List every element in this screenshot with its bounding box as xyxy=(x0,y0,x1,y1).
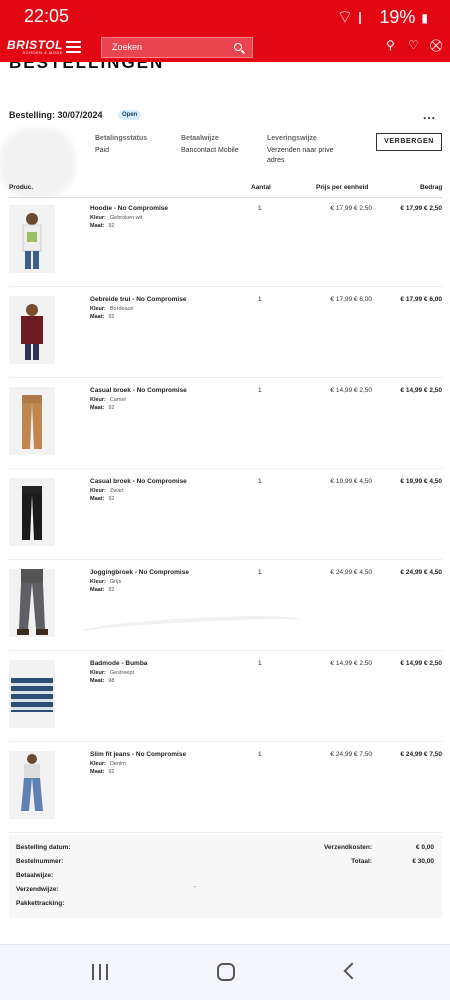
back-icon[interactable] xyxy=(343,962,361,980)
product-name[interactable]: Gebreide trui - No Compromise xyxy=(90,296,186,303)
total-value: € 30,00 xyxy=(412,858,434,865)
product-size: Maat: 92 xyxy=(90,405,115,411)
order-heading: Bestelling: 30/07/2024 xyxy=(9,110,103,120)
order-number-label: Bestelnummer: xyxy=(16,858,64,865)
product-size: Maat: 92 xyxy=(90,496,115,502)
status-time: 22:05 xyxy=(24,6,70,26)
product-amount: € 17,99 € 6,00 xyxy=(400,296,442,303)
table-row[interactable]: Casual broek - No Compromise Kleur: Zwart… xyxy=(9,469,442,560)
cart-icon[interactable]: ⛒ xyxy=(430,39,442,51)
status-icons: ⌔ 19% ▮ xyxy=(336,6,428,29)
product-size: Maat: 92 xyxy=(90,769,115,775)
column-qty: Aantal xyxy=(251,184,271,191)
battery-icon: ▮ xyxy=(421,10,428,25)
product-unit-price: € 14,99 € 2,50 xyxy=(330,660,372,667)
product-color: Kleur: Bordeaux xyxy=(90,306,134,312)
product-qty: 1 xyxy=(258,387,262,394)
column-unit-price: Prijs per eenheid xyxy=(316,184,369,191)
product-unit-price: € 19,99 € 4,50 xyxy=(330,478,372,485)
product-size: Maat: 98 xyxy=(90,678,115,684)
product-qty: 1 xyxy=(258,751,262,758)
table-row[interactable]: Badmode - Bumba Kleur: Gestreept Maat: 98 … xyxy=(9,651,442,742)
product-qty: 1 xyxy=(258,660,262,667)
system-navigation-bar xyxy=(0,944,450,1000)
product-image[interactable] xyxy=(9,387,55,455)
product-name[interactable]: Badmode - Bumba xyxy=(90,660,147,667)
brand-logo[interactable]: BRISTOL SCHOEN & MODE xyxy=(7,38,63,55)
product-image[interactable] xyxy=(9,478,55,546)
product-qty: 1 xyxy=(258,296,262,303)
table-row[interactable]: Casual broek - No Compromise Kleur: Camel… xyxy=(9,378,442,469)
product-qty: 1 xyxy=(258,205,262,212)
product-name[interactable]: Casual broek - No Compromise xyxy=(90,387,187,394)
table-row[interactable]: Gebreide trui - No Compromise Kleur: Bord… xyxy=(9,287,442,378)
product-unit-price: € 24,99 € 7,50 xyxy=(330,751,372,758)
app-header: BRISTOL SCHOEN & MODE Zoeken ⚲ ♡ ⛒ xyxy=(0,34,450,62)
column-amount: Bedrag xyxy=(420,184,443,191)
product-size: Maat: 92 xyxy=(90,314,115,320)
product-image[interactable] xyxy=(9,205,55,273)
product-unit-price: € 17,99 € 2,50 xyxy=(330,205,372,212)
product-qty: 1 xyxy=(258,569,262,576)
product-size: Maat: 92 xyxy=(90,587,115,593)
wifi-icon: ⌔ xyxy=(336,7,354,27)
product-image[interactable] xyxy=(9,569,55,637)
shipping-cost-label: Verzendkosten: xyxy=(323,844,372,851)
shipping-cost-value: € 0,00 xyxy=(415,844,434,851)
home-icon[interactable] xyxy=(217,963,235,981)
payment-method-label: Betaalwijze: xyxy=(16,872,54,879)
product-name[interactable]: Slim fit jeans - No Compromise xyxy=(90,751,186,758)
table-row[interactable]: Hoodie - No Compromise Kleur: Gebroken wi… xyxy=(9,196,442,287)
search-icon[interactable] xyxy=(234,43,242,51)
product-name[interactable]: Hoodie - No Compromise xyxy=(90,205,168,212)
product-color: Kleur: Gebroken wit xyxy=(90,215,143,221)
shipping-method-value: - xyxy=(194,884,197,891)
payment-method: Betaalwijze Bancontact Mobile xyxy=(181,135,239,154)
product-color: Kleur: Camel xyxy=(90,397,126,403)
total-label: Totaal: xyxy=(351,858,372,865)
product-color: Kleur: Denim xyxy=(90,761,126,767)
product-unit-price: € 14,99 € 2,50 xyxy=(330,387,372,394)
shipping-method-label: Verzendwijze: xyxy=(16,886,59,893)
product-color: Kleur: Grijs xyxy=(90,579,122,585)
more-options-button[interactable]: ... xyxy=(423,108,436,122)
recent-apps-icon[interactable] xyxy=(92,964,108,980)
product-amount: € 19,99 € 4,50 xyxy=(400,478,442,485)
battery-level: 19% xyxy=(379,7,416,27)
product-unit-price: € 24,99 € 4,50 xyxy=(330,569,372,576)
status-badge: Open xyxy=(118,110,142,120)
order-summary: Bestelling datum: Bestelnummer: Betaalwi… xyxy=(9,835,442,918)
hide-button[interactable]: VERBERGEN xyxy=(376,133,442,151)
product-color: Kleur: Gestreept xyxy=(90,670,135,676)
product-amount: € 17,99 € 2,50 xyxy=(400,205,442,212)
product-amount: € 24,99 € 7,50 xyxy=(400,751,442,758)
product-image[interactable] xyxy=(9,296,55,364)
product-size: Maat: 92 xyxy=(90,223,115,229)
signal-icon xyxy=(359,11,373,24)
account-icon[interactable]: ⚲ xyxy=(386,39,398,51)
search-input[interactable]: Zoeken xyxy=(101,37,253,58)
product-amount: € 24,99 € 4,50 xyxy=(400,569,442,576)
product-qty: 1 xyxy=(258,478,262,485)
product-amount: € 14,99 € 2,50 xyxy=(400,387,442,394)
search-placeholder: Zoeken xyxy=(112,42,143,52)
product-color: Kleur: Zwart xyxy=(90,488,124,494)
column-product: Produc. xyxy=(9,184,34,191)
tracking-label: Pakkettracking: xyxy=(16,900,65,907)
table-row[interactable]: Joggingbroek - No Compromise Kleur: Grijs… xyxy=(9,560,442,651)
product-name[interactable]: Casual broek - No Compromise xyxy=(90,478,187,485)
wishlist-icon[interactable]: ♡ xyxy=(408,39,420,51)
delivery-method: Leveringswijze Verzenden naar prive adre… xyxy=(267,135,334,164)
status-bar: 22:05 ⌔ 19% ▮ xyxy=(0,0,450,34)
order-date-label: Bestelling datum: xyxy=(16,844,71,851)
product-image[interactable] xyxy=(9,751,55,819)
product-image[interactable] xyxy=(9,660,55,728)
product-amount: € 14,99 € 2,50 xyxy=(400,660,442,667)
product-name[interactable]: Joggingbroek - No Compromise xyxy=(90,569,189,576)
payment-status: Betalingsstatus Paid xyxy=(95,135,148,154)
product-unit-price: € 17,99 € 6,00 xyxy=(330,296,372,303)
table-row[interactable]: Slim fit jeans - No Compromise Kleur: Den… xyxy=(9,742,442,833)
menu-icon[interactable] xyxy=(66,41,81,53)
